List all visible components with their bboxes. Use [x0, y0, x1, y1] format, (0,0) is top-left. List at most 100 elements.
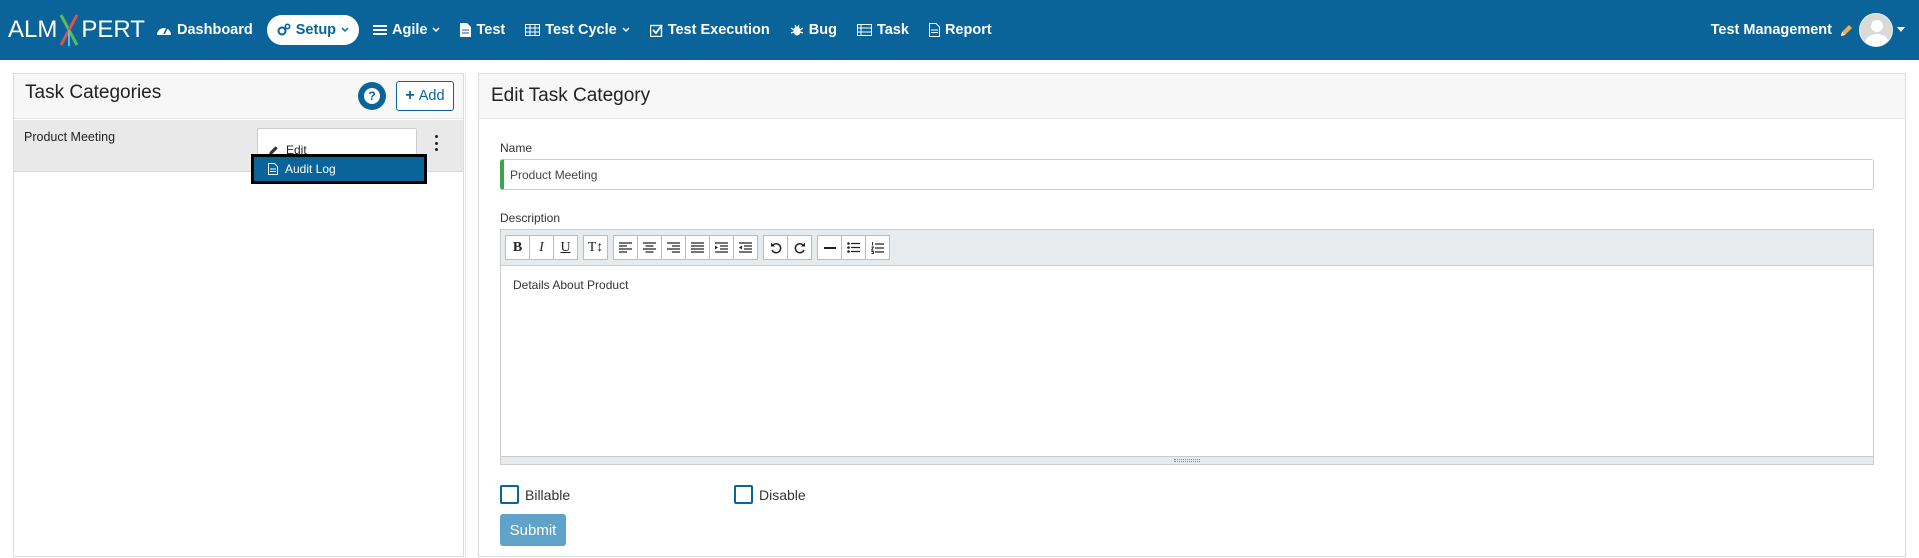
undo-icon: [770, 242, 781, 253]
outdent-button[interactable]: [733, 235, 758, 260]
main-menu: Dashboard Setup Agile Test Test Cycle Te…: [146, 15, 1002, 45]
nav-test-execution-label: Test Execution: [667, 22, 770, 38]
editor-toolbar: B I U T↕: [501, 230, 1873, 266]
nav-dashboard-label: Dashboard: [177, 22, 253, 38]
disable-checkbox[interactable]: [734, 485, 753, 504]
scrollbar[interactable]: [465, 74, 478, 558]
disable-checkbox-row[interactable]: Disable: [734, 485, 806, 504]
underline-button[interactable]: U: [553, 235, 578, 260]
chevron-down-icon: [622, 27, 630, 33]
chevron-down-icon: [1897, 27, 1905, 33]
italic-button[interactable]: I: [529, 235, 554, 260]
nav-test-cycle-label: Test Cycle: [545, 22, 617, 38]
horizontal-rule-button[interactable]: [817, 235, 842, 260]
nav-test-execution[interactable]: Test Execution: [640, 15, 780, 45]
nav-bug-label: Bug: [808, 22, 837, 38]
submit-button[interactable]: Submit: [500, 514, 566, 546]
nav-test-cycle[interactable]: Test Cycle: [515, 15, 639, 45]
rich-text-editor: B I U T↕ Details About Product: [500, 229, 1874, 465]
plus-icon: +: [405, 87, 415, 104]
user-menu[interactable]: Test Management: [1711, 12, 1905, 48]
nav-test-label: Test: [476, 22, 506, 38]
dashboard-icon: [156, 24, 172, 36]
description-editor-content[interactable]: Details About Product: [513, 278, 628, 292]
align-justify-icon: [691, 242, 704, 253]
description-label: Description: [500, 211, 561, 225]
avatar[interactable]: [1859, 13, 1893, 47]
billable-label: Billable: [525, 486, 571, 503]
nav-report[interactable]: Report: [919, 15, 1002, 45]
kebab-menu-icon[interactable]: [432, 135, 440, 151]
file-icon: [460, 23, 472, 37]
billable-checkbox[interactable]: [500, 485, 519, 504]
help-button[interactable]: ?: [358, 82, 386, 110]
task-categories-panel: Task Categories ? + Add Product Meeting …: [13, 73, 478, 558]
nav-bug[interactable]: Bug: [780, 15, 847, 45]
bullet-list-icon: [847, 242, 860, 253]
redo-icon: [794, 242, 805, 253]
align-center-icon: [643, 242, 656, 253]
align-right-button[interactable]: [661, 235, 686, 260]
tasks-icon: [856, 24, 872, 36]
nav-agile-label: Agile: [392, 22, 428, 38]
page-title: Edit Task Category: [491, 85, 651, 106]
brand-right-text: PERT: [81, 16, 145, 43]
indent-button[interactable]: [709, 235, 734, 260]
undo-button[interactable]: [763, 235, 788, 260]
pencil-icon[interactable]: [1840, 24, 1853, 37]
menu-item-audit-log-label: Audit Log: [285, 162, 336, 176]
add-button-label: Add: [418, 88, 445, 104]
chevron-down-icon: [341, 27, 349, 33]
name-field[interactable]: Product Meeting: [500, 159, 1874, 190]
outdent-icon: [739, 242, 752, 253]
nav-task[interactable]: Task: [847, 15, 919, 45]
list-icon: [373, 24, 388, 36]
top-navbar: ALM PERT Dashboard Setup Agile Test Test…: [0, 0, 1919, 60]
brand-logo[interactable]: ALM PERT: [8, 14, 145, 46]
edit-panel-header: Edit Task Category: [479, 74, 1905, 119]
bold-button[interactable]: B: [505, 235, 530, 260]
nav-test[interactable]: Test: [450, 15, 515, 45]
list-item-label: Product Meeting: [24, 130, 116, 144]
editor-resize-handle[interactable]: [501, 456, 1873, 464]
menu-item-audit-log[interactable]: Audit Log: [251, 154, 427, 184]
brand-left-text: ALM: [8, 16, 58, 43]
add-button[interactable]: + Add: [396, 81, 454, 111]
cogs-icon: [277, 23, 291, 37]
align-left-button[interactable]: [613, 235, 638, 260]
redo-button[interactable]: [787, 235, 812, 260]
name-field-value: Product Meeting: [510, 167, 598, 182]
brand-x-icon: [58, 14, 80, 46]
bullet-list-button[interactable]: [841, 235, 866, 260]
panel-title: Task Categories: [25, 82, 162, 103]
document-icon: [268, 163, 278, 175]
question-icon: ?: [364, 88, 380, 104]
align-center-button[interactable]: [637, 235, 662, 260]
row-actions-dropdown: Edit Audit Log: [251, 128, 427, 184]
numbered-list-icon: [871, 241, 884, 254]
user-label: Test Management: [1710, 22, 1832, 38]
nav-agile[interactable]: Agile: [363, 15, 450, 45]
billable-checkbox-row[interactable]: Billable: [500, 485, 570, 504]
check-square-icon: [649, 23, 663, 37]
nav-setup[interactable]: Setup: [266, 15, 360, 45]
task-categories-header: Task Categories ? + Add: [14, 74, 463, 119]
file-text-icon: [928, 23, 940, 37]
align-justify-button[interactable]: [685, 235, 710, 260]
font-size-button[interactable]: T↕: [583, 235, 608, 260]
numbered-list-button[interactable]: [865, 235, 890, 260]
align-right-icon: [667, 242, 680, 253]
edit-task-category-panel: Edit Task Category Name Product Meeting …: [478, 73, 1906, 557]
chevron-down-icon: [432, 27, 441, 33]
nav-task-label: Task: [876, 22, 909, 38]
nav-dashboard[interactable]: Dashboard: [146, 15, 263, 45]
name-label: Name: [500, 141, 533, 155]
horizontal-rule-icon: [823, 246, 836, 249]
nav-report-label: Report: [944, 22, 992, 38]
table-icon: [525, 24, 541, 36]
nav-setup-label: Setup: [295, 22, 337, 38]
align-left-icon: [619, 242, 632, 253]
indent-icon: [715, 242, 728, 253]
disable-label: Disable: [759, 486, 806, 503]
bug-icon: [790, 23, 804, 37]
